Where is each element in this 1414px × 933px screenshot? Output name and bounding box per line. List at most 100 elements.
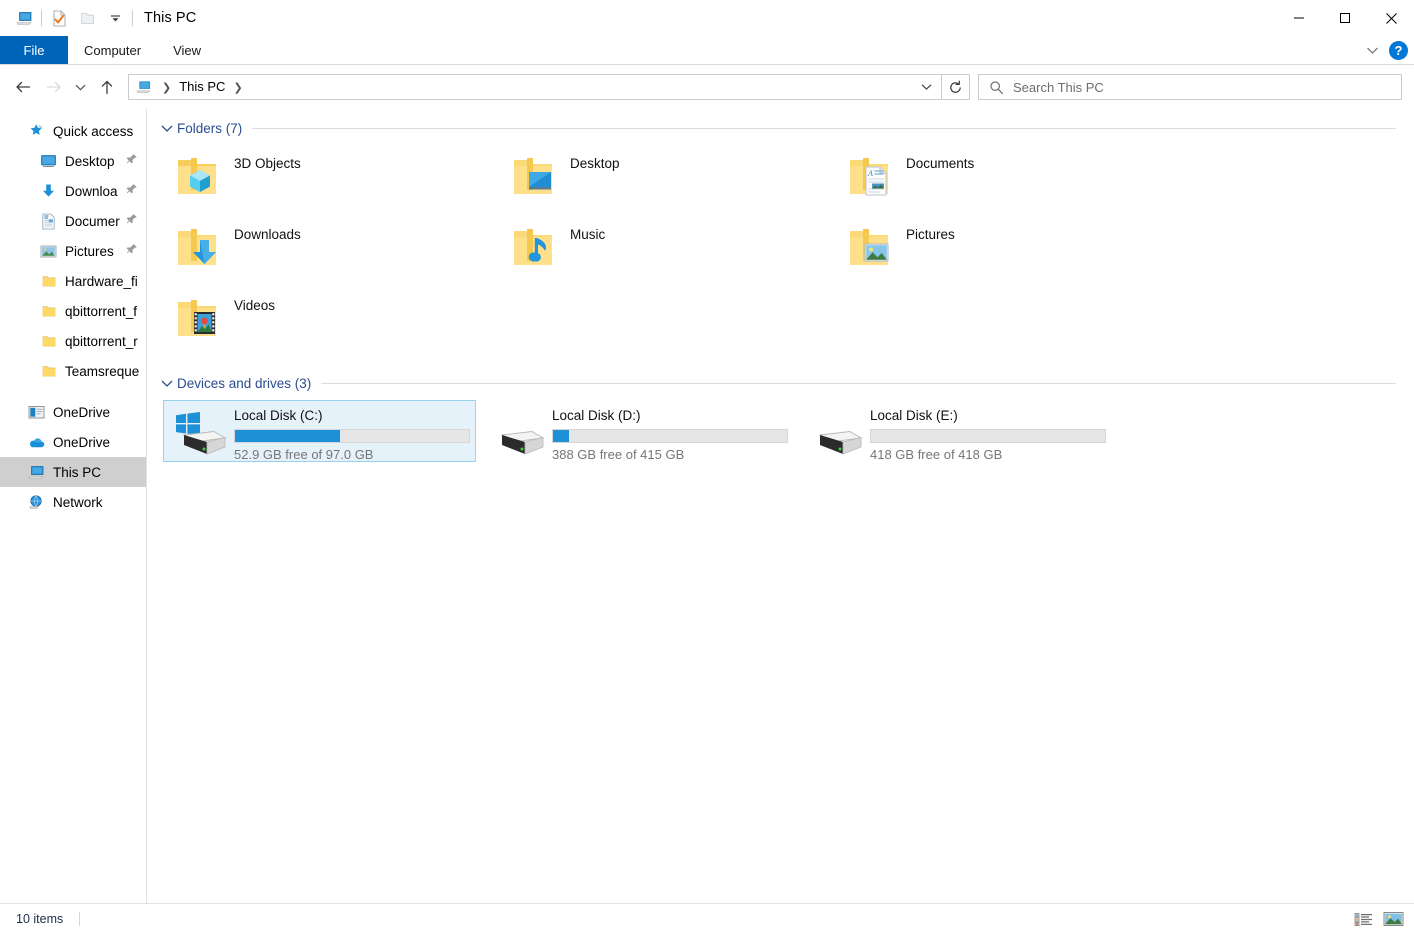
drive-item-c[interactable]: Local Disk (C:) 52.9 GB free of 97.0 GB — [163, 400, 476, 462]
chevron-down-icon[interactable] — [157, 124, 177, 133]
sidebar-label: OneDrive — [53, 434, 111, 450]
folder-icon — [40, 363, 57, 380]
folder-icon — [40, 273, 57, 290]
address-bar[interactable]: ❯ This PC ❯ — [128, 74, 942, 100]
folder-pictures-icon — [842, 219, 896, 273]
window-controls — [1276, 0, 1414, 36]
folder-item-desktop[interactable]: Desktop — [499, 143, 819, 214]
documents-icon — [40, 213, 57, 230]
group-divider — [321, 382, 1396, 384]
help-icon[interactable]: ? — [1389, 41, 1408, 60]
this-pc-icon — [28, 464, 45, 481]
address-dropdown-icon[interactable] — [911, 75, 941, 99]
recent-locations-button[interactable] — [68, 72, 92, 102]
search-box[interactable]: Search This PC — [978, 74, 1402, 100]
sidebar-item-onedrive-business[interactable]: OneDrive — [0, 397, 146, 427]
breadcrumb-separator-1[interactable]: ❯ — [227, 81, 248, 94]
folder-item-downloads[interactable]: Downloads — [163, 214, 483, 285]
sidebar-item-qbittorrent-f[interactable]: qbittorrent_f — [0, 296, 146, 326]
folder-icon — [40, 303, 57, 320]
drive-capacity-text: 418 GB free of 418 GB — [870, 447, 1003, 462]
folder-label: Music — [570, 227, 606, 242]
sidebar-label: qbittorrent_f — [65, 303, 138, 319]
sidebar-item-network[interactable]: Network — [0, 487, 146, 517]
folder-item-music[interactable]: Music — [499, 214, 819, 285]
navigation-pane: Quick access Desktop Downloa Documer Pic… — [0, 109, 147, 903]
window-title: This PC — [144, 10, 197, 26]
sidebar-item-onedrive-personal[interactable]: OneDrive — [0, 427, 146, 457]
capacity-bar-fill — [553, 430, 570, 442]
customize-dropdown-icon[interactable] — [101, 4, 129, 32]
pin-icon — [126, 152, 138, 170]
group-header-folders[interactable]: Folders (7) — [157, 115, 1400, 141]
up-button[interactable] — [92, 72, 122, 102]
item-count-label: 10 items — [16, 911, 64, 926]
svg-text:A: A — [867, 169, 873, 178]
network-icon — [28, 494, 45, 511]
content-pane: Folders (7) 3D Objects Desktop A Documen… — [147, 109, 1414, 903]
sidebar-label: Documer — [65, 213, 120, 229]
details-view-button[interactable] — [1350, 908, 1376, 930]
sidebar-label: Desktop — [65, 153, 115, 169]
drive-label: Local Disk (E:) — [870, 408, 958, 423]
tab-file[interactable]: File — [0, 36, 68, 64]
forward-button[interactable] — [38, 72, 68, 102]
folder-documents-icon: A — [842, 148, 896, 202]
sidebar-item-documents[interactable]: Documer — [0, 206, 146, 236]
folder-downloads-icon — [170, 219, 224, 273]
group-title: Folders (7) — [177, 120, 243, 136]
folder-item-3d-objects[interactable]: 3D Objects — [163, 143, 483, 214]
folder-label: Documents — [906, 156, 975, 171]
folder-3d-objects-icon — [170, 148, 224, 202]
drive-item-e[interactable]: Local Disk (E:) 418 GB free of 418 GB — [799, 400, 1112, 462]
sidebar-item-qbittorrent-r[interactable]: qbittorrent_r — [0, 326, 146, 356]
sidebar-label: Pictures — [65, 243, 114, 259]
folder-item-pictures[interactable]: Pictures — [835, 214, 1155, 285]
sidebar-item-teamsrequest[interactable]: Teamsreque — [0, 356, 146, 386]
ribbon-right-controls: ? — [1361, 36, 1408, 65]
status-divider — [79, 911, 81, 926]
group-header-devices[interactable]: Devices and drives (3) — [157, 370, 1400, 396]
folder-icon — [40, 333, 57, 350]
drive-capacity-text: 388 GB free of 415 GB — [552, 447, 685, 462]
large-icons-view-button[interactable] — [1380, 908, 1406, 930]
folder-label: Desktop — [570, 156, 620, 171]
minimize-button[interactable] — [1276, 0, 1322, 36]
sidebar-label: Teamsreque — [65, 363, 140, 379]
maximize-button[interactable] — [1322, 0, 1368, 36]
new-folder-icon[interactable] — [73, 4, 101, 32]
this-pc-icon[interactable] — [10, 4, 38, 32]
chevron-down-icon[interactable] — [157, 379, 177, 388]
folder-item-documents[interactable]: A Documents — [835, 143, 1155, 214]
sidebar-item-quick-access[interactable]: Quick access — [0, 116, 146, 146]
sidebar-label: Downloa — [65, 183, 118, 199]
expand-ribbon-icon[interactable] — [1361, 40, 1383, 62]
ribbon-tab-bar: File Computer View ? — [0, 36, 1414, 65]
drive-item-d[interactable]: Local Disk (D:) 388 GB free of 415 GB — [481, 400, 794, 462]
sidebar-item-pictures[interactable]: Pictures — [0, 236, 146, 266]
windows-drive-icon — [172, 411, 228, 457]
status-bar: 10 items — [0, 903, 1414, 933]
properties-icon[interactable] — [45, 4, 73, 32]
sidebar-item-downloads[interactable]: Downloa — [0, 176, 146, 206]
folder-item-videos[interactable]: Videos — [163, 285, 483, 356]
view-toggle-group — [1350, 904, 1406, 933]
capacity-bar — [870, 429, 1106, 443]
address-this-pc-icon — [129, 80, 156, 94]
tab-view[interactable]: View — [157, 36, 217, 64]
close-button[interactable] — [1368, 0, 1414, 36]
sidebar-label: OneDrive — [53, 404, 111, 420]
breadcrumb-separator-0[interactable]: ❯ — [156, 81, 177, 94]
search-input[interactable]: Search This PC — [1013, 80, 1104, 95]
refresh-button[interactable] — [942, 74, 970, 100]
back-button[interactable] — [8, 72, 38, 102]
drive-info: Local Disk (E:) 418 GB free of 418 GB — [870, 407, 1106, 462]
sidebar-item-this-pc[interactable]: This PC — [0, 457, 146, 487]
explorer-body: Quick access Desktop Downloa Documer Pic… — [0, 109, 1414, 903]
tab-computer[interactable]: Computer — [68, 36, 157, 64]
title-bar: This PC — [0, 0, 1414, 36]
sidebar-item-desktop[interactable]: Desktop — [0, 146, 146, 176]
sidebar-item-hardware-files[interactable]: Hardware_fi — [0, 266, 146, 296]
breadcrumb-this-pc[interactable]: This PC — [177, 75, 227, 99]
